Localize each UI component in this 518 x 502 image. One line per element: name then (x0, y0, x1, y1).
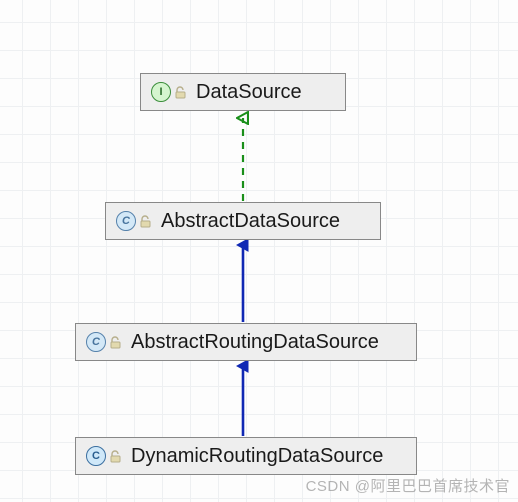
class-icon: C (86, 446, 106, 466)
lock-icon (175, 86, 186, 99)
class-icon: C (86, 332, 106, 352)
watermark: CSDN @阿里巴巴首席技术官 (306, 475, 510, 496)
node-label: DynamicRoutingDataSource (131, 445, 383, 468)
node-abstract-routing-datasource[interactable]: C AbstractRoutingDataSource (75, 323, 417, 361)
node-label: AbstractRoutingDataSource (131, 331, 379, 354)
node-abstract-datasource[interactable]: C AbstractDataSource (105, 202, 381, 240)
lock-icon (110, 450, 121, 463)
node-label: DataSource (196, 81, 302, 104)
lock-icon (140, 215, 151, 228)
class-icon: C (116, 211, 136, 231)
lock-icon (110, 336, 121, 349)
interface-icon: I (151, 82, 171, 102)
diagram-canvas: I DataSource C AbstractDataSource C (0, 0, 518, 502)
node-datasource[interactable]: I DataSource (140, 73, 346, 111)
node-label: AbstractDataSource (161, 210, 340, 233)
node-dynamic-routing-datasource[interactable]: C DynamicRoutingDataSource (75, 437, 417, 475)
